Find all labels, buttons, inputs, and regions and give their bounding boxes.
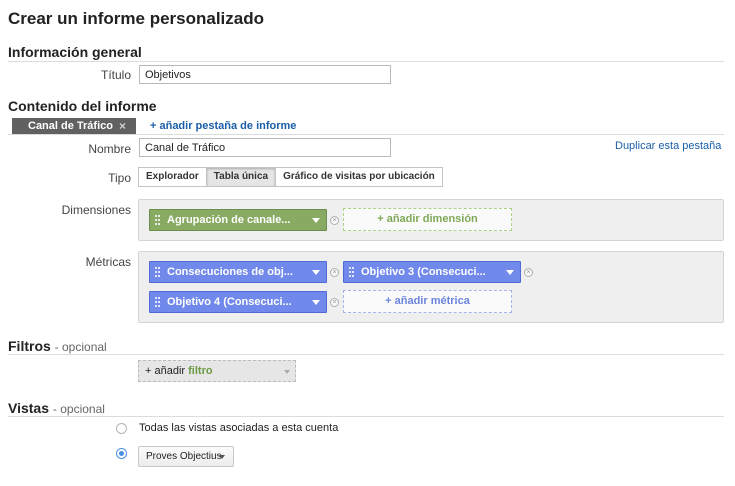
view-select-value: Proves Objectius — [146, 451, 222, 462]
view-select[interactable]: Proves Objectius — [138, 446, 234, 467]
filters-heading: Filtros - opcional — [8, 338, 107, 354]
type-label: Tipo — [108, 171, 131, 185]
filters-heading-text: Filtros — [8, 338, 51, 354]
metric-pill-label: Consecuciones de obj... — [167, 266, 293, 278]
chevron-down-icon[interactable] — [219, 455, 225, 459]
title-input[interactable] — [139, 65, 391, 84]
remove-metric-icon[interactable]: × — [330, 268, 339, 277]
divider — [8, 61, 724, 62]
remove-metric-icon[interactable]: × — [330, 298, 339, 307]
all-views-label: Todas las vistas asociadas a esta cuenta — [139, 422, 339, 434]
page-title: Crear un informe personalizado — [8, 9, 264, 28]
remove-metric-icon[interactable]: × — [524, 268, 533, 277]
metric-pill[interactable]: Objetivo 3 (Consecuci... — [343, 261, 521, 283]
content-heading: Contenido del informe — [8, 98, 157, 114]
metric-pill[interactable]: Objetivo 4 (Consecuci... — [149, 291, 327, 313]
add-filter-button[interactable]: + añadir filtro — [138, 360, 296, 382]
remove-dimension-icon[interactable]: × — [330, 216, 339, 225]
dimension-pill[interactable]: Agrupación de canale... — [149, 209, 327, 231]
metric-pill-label: Objetivo 3 (Consecuci... — [361, 266, 486, 278]
chevron-down-icon[interactable] — [284, 370, 290, 374]
divider — [8, 416, 724, 417]
chevron-down-icon[interactable] — [312, 270, 320, 275]
name-label: Nombre — [88, 142, 131, 156]
drag-handle-icon[interactable] — [155, 267, 160, 277]
tab-divider — [8, 134, 724, 135]
dimensions-label: Dimensiones — [61, 203, 131, 217]
radio-all-views[interactable] — [116, 423, 127, 434]
metric-pill-label: Objetivo 4 (Consecuci... — [167, 296, 292, 308]
type-selector: Explorador Tabla única Gráfico de visita… — [138, 167, 443, 187]
add-filter-word: filtro — [188, 365, 213, 377]
type-option-map-overlay[interactable]: Gráfico de visitas por ubicación — [276, 168, 442, 186]
duplicate-tab-link[interactable]: Duplicar esta pestaña — [615, 140, 721, 152]
views-heading: Vistas - opcional — [8, 400, 105, 416]
metric-pill[interactable]: Consecuciones de obj... — [149, 261, 327, 283]
type-option-flat-table[interactable]: Tabla única — [206, 168, 277, 186]
radio-selected-view[interactable] — [116, 448, 127, 459]
metrics-panel: Consecuciones de obj... × Objetivo 3 (Co… — [138, 251, 724, 323]
add-metric-button[interactable]: + añadir métrica — [343, 290, 512, 313]
drag-handle-icon[interactable] — [349, 267, 354, 277]
add-filter-prefix: + añadir — [145, 365, 186, 377]
drag-handle-icon[interactable] — [155, 215, 160, 225]
type-option-explorer[interactable]: Explorador — [139, 168, 207, 186]
views-optional: - opcional — [52, 402, 105, 416]
filters-optional: - opcional — [54, 340, 107, 354]
tab-traffic-channel[interactable]: Canal de Tráfico × — [12, 118, 136, 134]
chevron-down-icon[interactable] — [312, 218, 320, 223]
dimensions-panel: Agrupación de canale... × + añadir dimen… — [138, 199, 724, 241]
chevron-down-icon[interactable] — [506, 270, 514, 275]
add-dimension-button[interactable]: + añadir dimensión — [343, 208, 512, 231]
name-input[interactable] — [139, 138, 391, 157]
close-icon[interactable]: × — [119, 119, 126, 133]
views-heading-text: Vistas — [8, 400, 49, 416]
add-tab-link[interactable]: + añadir pestaña de informe — [150, 120, 296, 132]
metrics-label: Métricas — [85, 255, 131, 269]
tab-label: Canal de Tráfico — [28, 120, 113, 132]
dimension-pill-label: Agrupación de canale... — [167, 214, 291, 226]
drag-handle-icon[interactable] — [155, 297, 160, 307]
title-label: Título — [100, 68, 131, 82]
general-heading: Información general — [8, 44, 142, 60]
divider — [8, 354, 724, 355]
chevron-down-icon[interactable] — [312, 300, 320, 305]
